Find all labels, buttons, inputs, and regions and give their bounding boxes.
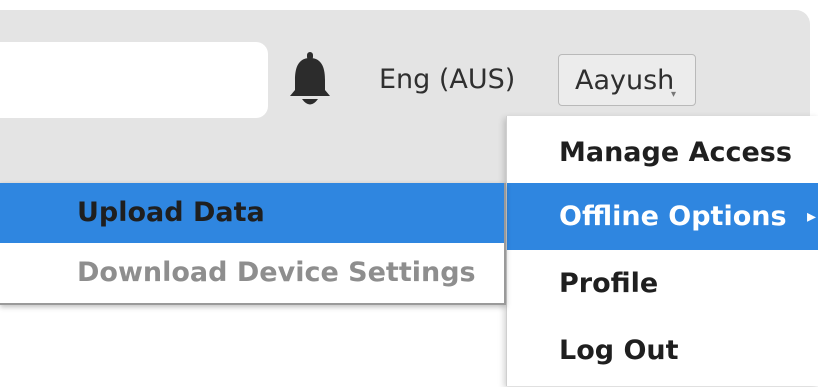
- submenu-item-upload-data[interactable]: Upload Data: [0, 183, 504, 243]
- caret-down-icon: ▾: [671, 89, 677, 100]
- app-window: Eng (AUS) Aayush ▾ Manage Access Offline…: [0, 0, 818, 387]
- user-menu-button[interactable]: Aayush ▾: [558, 54, 696, 106]
- menu-item-log-out[interactable]: Log Out: [507, 317, 818, 384]
- offline-options-submenu: Upload Data Download Device Settings: [0, 183, 506, 305]
- chevron-right-icon: ▸: [807, 206, 817, 227]
- menu-item-manage-access[interactable]: Manage Access: [507, 119, 818, 186]
- menu-item-label: Offline Options: [559, 201, 787, 232]
- search-input[interactable]: [0, 42, 268, 118]
- user-dropdown-menu: Manage Access Offline Options ▸ Profile …: [506, 116, 818, 386]
- menu-item-profile[interactable]: Profile: [507, 250, 818, 317]
- language-selector[interactable]: Eng (AUS): [379, 60, 515, 100]
- user-name-label: Aayush: [575, 65, 675, 96]
- bell-icon[interactable]: [285, 52, 335, 110]
- menu-item-offline-options[interactable]: Offline Options ▸: [507, 183, 818, 250]
- submenu-item-download-device-settings: Download Device Settings: [77, 257, 476, 288]
